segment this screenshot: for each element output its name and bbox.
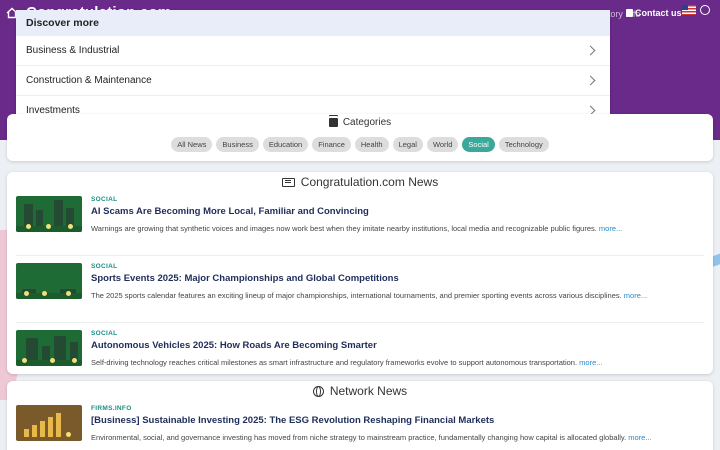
discover-item-label: Business & Industrial <box>26 45 120 56</box>
contact-label: Contact us <box>635 8 682 18</box>
discover-more-header: Discover more <box>16 10 610 36</box>
article-description-text: The 2025 sports calendar features an exc… <box>91 291 622 300</box>
article-thumbnail[interactable] <box>16 196 82 232</box>
category-chip-social[interactable]: Social <box>462 137 495 152</box>
category-chip-finance[interactable]: Finance <box>312 137 351 152</box>
article-title[interactable]: AI Scams Are Becoming More Local, Famili… <box>91 206 369 217</box>
article-description: Warnings are growing that synthetic voic… <box>91 224 622 233</box>
discover-item-label: Construction & Maintenance <box>26 75 152 86</box>
article-category[interactable]: SOCIAL <box>91 263 117 270</box>
article-category[interactable]: SOCIAL <box>91 196 117 203</box>
chevron-right-icon <box>585 45 596 56</box>
article-thumbnail[interactable] <box>16 330 82 366</box>
site-news-card: Congratulation.com News SOCIAL AI Scams … <box>7 172 713 374</box>
article-description: Self-driving technology reaches critical… <box>91 358 603 367</box>
contact-us-button[interactable]: Contact us <box>626 8 682 18</box>
category-chip-health[interactable]: Health <box>354 137 389 152</box>
category-chip-education[interactable]: Education <box>262 137 309 152</box>
article-description-text: Warnings are growing that synthetic voic… <box>91 224 597 233</box>
category-chip-business[interactable]: Business <box>216 137 259 152</box>
article-category[interactable]: FIRMS.INFO <box>91 405 132 412</box>
site-news-heading: Congratulation.com News <box>7 172 713 189</box>
read-more-link[interactable]: more... <box>628 433 651 442</box>
network-news-title: Network News <box>329 384 408 398</box>
article-title[interactable]: Sports Events 2025: Major Championships … <box>91 273 399 284</box>
discover-item-business-industrial[interactable]: Business & Industrial <box>16 36 610 66</box>
article-description: Environmental, social, and governance in… <box>91 433 652 442</box>
site-news-title: Congratulation.com News <box>300 175 439 189</box>
discover-item-construction-maintenance[interactable]: Construction & Maintenance <box>16 66 610 96</box>
newspaper-icon <box>281 177 295 187</box>
category-chip-legal[interactable]: Legal <box>392 137 423 152</box>
network-article[interactable]: FIRMS.INFO [Business] Sustainable Invest… <box>16 405 704 450</box>
article-thumbnail[interactable] <box>16 405 82 441</box>
categories-heading: Categories <box>7 114 713 128</box>
globe-icon <box>312 385 324 397</box>
news-article[interactable]: SOCIAL AI Scams Are Becoming More Local,… <box>16 196 704 256</box>
category-chip-technology[interactable]: Technology <box>498 137 549 152</box>
us-flag-icon[interactable] <box>682 5 696 15</box>
network-news-heading: Network News <box>7 381 713 398</box>
article-title[interactable]: [Business] Sustainable Investing 2025: T… <box>91 415 494 426</box>
article-category[interactable]: SOCIAL <box>91 330 117 337</box>
chevron-right-icon <box>585 75 596 86</box>
article-description-text: Self-driving technology reaches critical… <box>91 358 578 367</box>
article-thumbnail[interactable] <box>16 263 82 299</box>
read-more-link[interactable]: more... <box>599 224 622 233</box>
language-icon[interactable] <box>700 5 710 15</box>
news-article[interactable]: SOCIAL Sports Events 2025: Major Champio… <box>16 263 704 323</box>
category-chips: All News Business Education Finance Heal… <box>7 137 713 152</box>
article-description: The 2025 sports calendar features an exc… <box>91 291 647 300</box>
network-news-card: Network News FIRMS.INFO [Business] Susta… <box>7 381 713 450</box>
categories-card: Categories All News Business Education F… <box>7 114 713 161</box>
contact-icon <box>626 9 633 17</box>
layers-icon <box>328 118 338 127</box>
category-chip-all-news[interactable]: All News <box>171 137 213 152</box>
category-chip-world[interactable]: World <box>426 137 459 152</box>
article-title[interactable]: Autonomous Vehicles 2025: How Roads Are … <box>91 340 377 351</box>
article-description-text: Environmental, social, and governance in… <box>91 433 627 442</box>
categories-title: Categories <box>342 117 392 128</box>
read-more-link[interactable]: more... <box>579 358 602 367</box>
read-more-link[interactable]: more... <box>624 291 647 300</box>
